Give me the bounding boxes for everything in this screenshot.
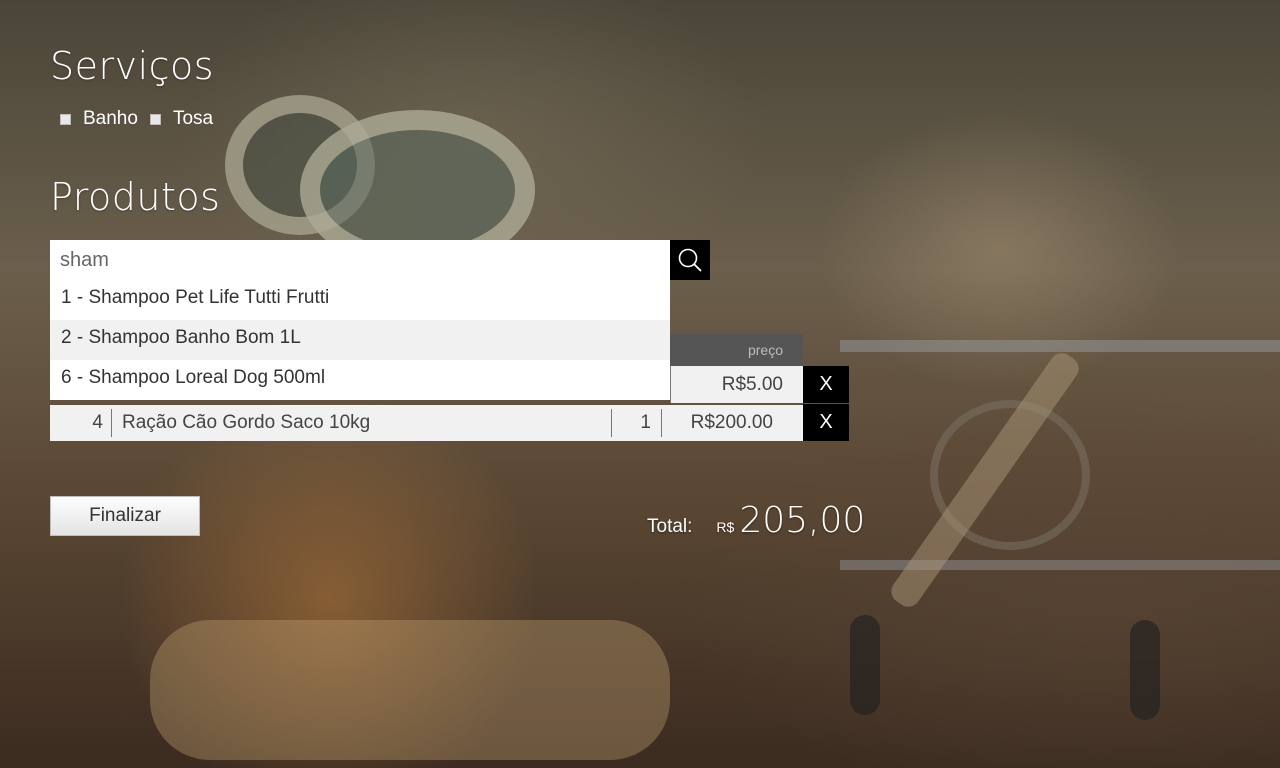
- search-button[interactable]: [670, 240, 710, 280]
- background-plane-wing-lower: [840, 560, 1280, 570]
- price-column-header: preço: [670, 334, 803, 366]
- background-goggle-left: [225, 95, 375, 235]
- services-title: Serviços: [50, 44, 215, 88]
- cart-row-qty: 1: [612, 409, 662, 437]
- cart-row-id: 4: [50, 409, 112, 437]
- background-dog-paws: [150, 620, 670, 760]
- search-icon: [678, 248, 702, 272]
- table-row: 4 Ração Cão Gordo Saco 10kg 1 R$200.00: [50, 405, 803, 441]
- banho-label: Banho: [83, 108, 138, 129]
- background-plane-wheel: [850, 615, 880, 715]
- suggestion-item[interactable]: 2 - Shampoo Banho Bom 1L: [50, 320, 670, 360]
- cart-row-name: Ração Cão Gordo Saco 10kg: [112, 409, 612, 437]
- tosa-checkbox[interactable]: [149, 113, 161, 125]
- services-options: Banho Tosa: [60, 108, 225, 130]
- cart-row-price: R$200.00: [690, 412, 773, 433]
- service-option-tosa[interactable]: Tosa: [149, 108, 214, 130]
- finalize-button[interactable]: Finalizar: [50, 496, 200, 536]
- total-label: Total:: [647, 516, 693, 537]
- products-title: Produtos: [50, 175, 221, 219]
- tosa-label: Tosa: [172, 108, 214, 129]
- total-value: 205,00: [739, 500, 866, 541]
- remove-item-button[interactable]: X: [803, 404, 849, 441]
- app-background: Serviços Banho Tosa Produtos preço R$5.0…: [0, 0, 1280, 768]
- product-search-box: [50, 240, 670, 280]
- background-plane-wheel: [1130, 620, 1160, 720]
- remove-item-button[interactable]: X: [803, 366, 849, 403]
- suggestion-item[interactable]: 6 - Shampoo Loreal Dog 500ml: [50, 360, 670, 400]
- cart-row-price: R$5.00: [670, 366, 803, 403]
- banho-checkbox[interactable]: [60, 113, 71, 125]
- background-propeller: [930, 400, 1090, 550]
- background-propeller-blade: [886, 348, 1084, 612]
- total-currency: R$: [716, 519, 735, 535]
- service-option-banho[interactable]: Banho: [60, 108, 138, 130]
- search-suggestions: 1 - Shampoo Pet Life Tutti Frutti 2 - Sh…: [50, 280, 670, 400]
- suggestion-item[interactable]: 1 - Shampoo Pet Life Tutti Frutti: [50, 280, 670, 320]
- background-plane-wing: [840, 340, 1280, 352]
- product-search-input[interactable]: [60, 248, 650, 272]
- total-summary: Total: R$ 205,00: [647, 500, 865, 541]
